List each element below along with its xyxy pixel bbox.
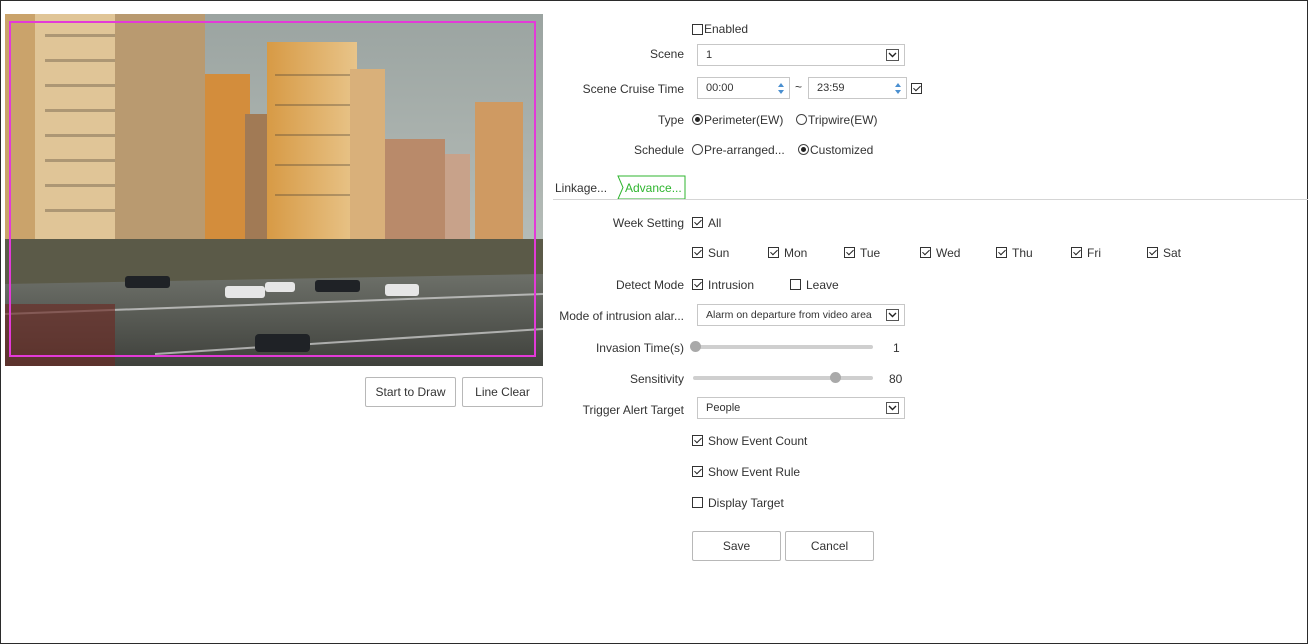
scene-select[interactable]: 1: [697, 44, 905, 66]
schedule-customized-radio[interactable]: [798, 144, 809, 155]
day-thu-checkbox[interactable]: [996, 247, 1007, 258]
day-fri-checkbox[interactable]: [1071, 247, 1082, 258]
spin-down-icon[interactable]: [895, 90, 901, 94]
day-sat-checkbox[interactable]: [1147, 247, 1158, 258]
week-all-label: All: [708, 216, 722, 230]
cancel-button[interactable]: Cancel: [785, 531, 874, 561]
cruise-time-label: Scene Cruise Time: [582, 82, 684, 96]
chevron-down-icon[interactable]: [886, 402, 899, 414]
spin-down-icon[interactable]: [778, 90, 784, 94]
day-tue-label: Tue: [860, 246, 881, 260]
type-perimeter-label: Perimeter(EW): [704, 113, 784, 127]
day-tue-checkbox[interactable]: [844, 247, 855, 258]
day-wed-label: Wed: [936, 246, 961, 260]
day-mon-checkbox[interactable]: [768, 247, 779, 258]
invasion-time-slider[interactable]: [693, 345, 873, 349]
show-event-rule-checkbox[interactable]: [692, 466, 703, 477]
schedule-prearranged-label: Pre-arranged...: [704, 143, 785, 157]
week-setting-label: Week Setting: [612, 216, 684, 230]
video-preview[interactable]: [5, 14, 543, 366]
show-event-rule-label: Show Event Rule: [708, 465, 801, 479]
schedule-prearranged-radio[interactable]: [692, 144, 703, 155]
cruise-end-time-input[interactable]: 23:59: [808, 77, 907, 99]
tabs-divider: [553, 199, 1308, 200]
day-sat-label: Sat: [1163, 246, 1182, 260]
day-mon-label: Mon: [784, 246, 808, 260]
tab-advance[interactable]: Advance...: [625, 176, 685, 199]
spin-up-icon[interactable]: [895, 83, 901, 87]
day-fri-label: Fri: [1087, 246, 1101, 260]
scene-value: 1: [706, 49, 713, 61]
trigger-target-select[interactable]: People: [697, 397, 905, 419]
day-wed-checkbox[interactable]: [920, 247, 931, 258]
display-target-checkbox[interactable]: [692, 497, 703, 508]
scene-label: Scene: [649, 47, 684, 61]
line-clear-button[interactable]: Line Clear: [462, 377, 543, 407]
chevron-down-icon[interactable]: [886, 49, 899, 61]
schedule-label: Schedule: [633, 143, 684, 157]
week-all-checkbox[interactable]: [692, 217, 703, 228]
day-sun-label: Sun: [708, 246, 730, 260]
day-sun-checkbox[interactable]: [692, 247, 703, 258]
type-tripwire-radio[interactable]: [796, 114, 807, 125]
invasion-time-label: Invasion Time(s): [595, 341, 684, 355]
type-label: Type: [657, 113, 684, 127]
day-thu-label: Thu: [1012, 246, 1033, 260]
sensitivity-slider-thumb[interactable]: [830, 372, 841, 383]
enabled-checkbox[interactable]: [692, 24, 703, 35]
type-tripwire-label: Tripwire(EW): [808, 113, 878, 127]
save-button[interactable]: Save: [692, 531, 781, 561]
sensitivity-label: Sensitivity: [629, 372, 684, 386]
cruise-time-checkbox[interactable]: [911, 83, 922, 94]
show-event-count-label: Show Event Count: [708, 434, 808, 448]
detect-leave-label: Leave: [806, 278, 839, 292]
detect-intrusion-label: Intrusion: [708, 278, 755, 292]
display-target-label: Display Target: [708, 496, 784, 510]
intrusion-mode-select[interactable]: Alarm on departure from video area: [697, 304, 905, 326]
enabled-label: Enabled: [704, 22, 749, 36]
trigger-target-value: People: [706, 402, 741, 414]
cruise-end-value: 23:59: [817, 82, 845, 94]
type-perimeter-radio[interactable]: [692, 114, 703, 125]
cruise-start-value: 00:00: [706, 82, 734, 94]
invasion-time-slider-thumb[interactable]: [690, 341, 701, 352]
intrusion-mode-label: Mode of intrusion alar...: [559, 309, 684, 323]
time-separator: ~: [795, 80, 803, 94]
schedule-customized-label: Customized: [810, 143, 874, 157]
intrusion-mode-value: Alarm on departure from video area: [706, 309, 872, 321]
show-event-count-checkbox[interactable]: [692, 435, 703, 446]
detect-mode-label: Detect Mode: [615, 278, 684, 292]
cruise-start-time-input[interactable]: 00:00: [697, 77, 790, 99]
start-draw-button[interactable]: Start to Draw: [365, 377, 456, 407]
invasion-time-value: 1: [893, 341, 900, 355]
tab-linkage[interactable]: Linkage...: [555, 176, 615, 199]
detection-region-border[interactable]: [9, 21, 536, 357]
chevron-down-icon[interactable]: [886, 309, 899, 321]
sensitivity-value: 80: [889, 372, 903, 386]
trigger-target-label: Trigger Alert Target: [582, 403, 684, 417]
spin-up-icon[interactable]: [778, 83, 784, 87]
detect-intrusion-checkbox[interactable]: [692, 279, 703, 290]
detect-leave-checkbox[interactable]: [790, 279, 801, 290]
sensitivity-slider[interactable]: [693, 376, 873, 380]
